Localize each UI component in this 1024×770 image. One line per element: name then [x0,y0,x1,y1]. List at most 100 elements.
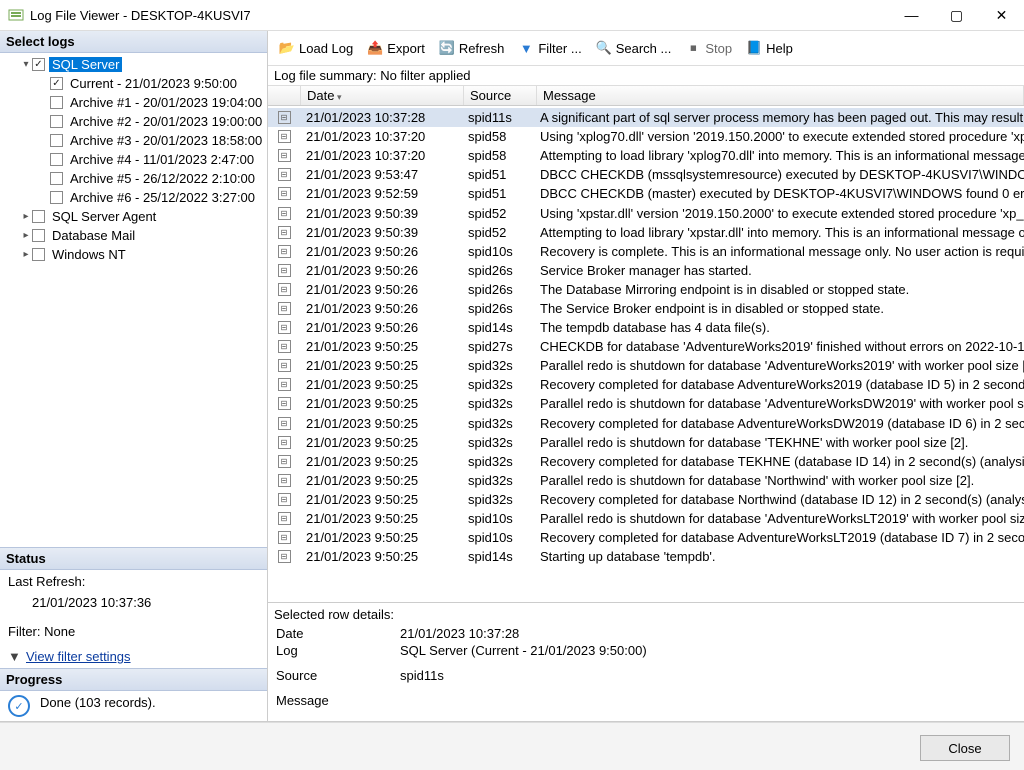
info-icon: ⊟ [278,436,291,449]
tree-node-database-mail[interactable]: ▸ Database Mail [0,226,267,245]
info-icon: ⊟ [278,130,291,143]
log-row[interactable]: ⊟21/01/2023 9:50:26spid26sThe Database M… [268,280,1024,299]
log-row[interactable]: ⊟21/01/2023 9:50:25spid32sRecovery compl… [268,414,1024,433]
log-row[interactable]: ⊟21/01/2023 10:37:20spid58Attempting to … [268,146,1024,165]
view-filter-settings-link[interactable]: View filter settings [26,649,131,664]
tree-node-archive[interactable]: Archive #2 - 20/01/2023 19:00:00 [0,112,267,131]
info-icon: ⊟ [278,283,291,296]
tree-node-archive[interactable]: Archive #4 - 11/01/2023 2:47:00 [0,150,267,169]
export-button[interactable]: 📤 Export [362,37,430,59]
log-row[interactable]: ⊟21/01/2023 9:50:26spid26sThe Service Br… [268,299,1024,318]
log-row[interactable]: ⊟21/01/2023 9:52:59spid51DBCC CHECKDB (m… [268,184,1024,203]
cell-message: Recovery completed for database Northwin… [534,492,1024,507]
log-row[interactable]: ⊟21/01/2023 9:50:39spid52Using 'xpstar.d… [268,203,1024,222]
expander-icon[interactable]: ▸ [20,249,32,261]
close-window-button[interactable]: ✕ [979,0,1024,30]
toolbar-label: Filter ... [538,41,581,56]
last-refresh-label: Last Refresh: [8,574,259,589]
info-icon: ⊟ [278,226,291,239]
log-row[interactable]: ⊟21/01/2023 9:50:25spid10sRecovery compl… [268,528,1024,547]
checkbox[interactable] [50,134,63,147]
cell-source: spid52 [462,206,534,221]
toolbar: 📂 Load Log 📤 Export 🔄 Refresh ▼ Filter .… [268,31,1024,66]
log-row[interactable]: ⊟21/01/2023 9:50:25spid32sParallel redo … [268,433,1024,452]
last-refresh-value: 21/01/2023 10:37:36 [32,595,259,610]
minimize-button[interactable]: — [889,0,934,30]
tree-node-sql-server-agent[interactable]: ▸ SQL Server Agent [0,207,267,226]
tree-node-archive[interactable]: Archive #5 - 26/12/2022 2:10:00 [0,169,267,188]
cell-date: 21/01/2023 9:50:26 [300,263,462,278]
checkbox[interactable] [32,229,45,242]
log-row[interactable]: ⊟21/01/2023 9:50:25spid27sCHECKDB for da… [268,337,1024,356]
tree-node-archive[interactable]: Archive #1 - 20/01/2023 19:04:00 [0,93,267,112]
log-row[interactable]: ⊟21/01/2023 9:50:25spid32sParallel redo … [268,356,1024,375]
log-row[interactable]: ⊟21/01/2023 9:50:25spid32sRecovery compl… [268,375,1024,394]
checkbox[interactable] [50,96,63,109]
search-button[interactable]: 🔍 Search ... [591,37,677,59]
cell-message: Recovery completed for database Adventur… [534,416,1024,431]
cell-date: 21/01/2023 9:50:25 [300,416,462,431]
checkbox[interactable] [50,115,63,128]
filter-status: Filter: None [8,624,259,639]
close-button[interactable]: Close [920,735,1010,761]
stop-icon: ⏹ [685,40,701,56]
details-log-value: SQL Server (Current - 21/01/2023 9:50:00… [400,643,659,658]
tree-node-archive[interactable]: Archive #6 - 25/12/2022 3:27:00 [0,188,267,207]
cell-message: Starting up database 'tempdb'. [534,549,1024,564]
folder-open-icon: 📂 [279,40,295,56]
checkbox[interactable] [32,58,45,71]
log-row[interactable]: ⊟21/01/2023 9:50:26spid10sRecovery is co… [268,242,1024,261]
log-row[interactable]: ⊟21/01/2023 9:50:39spid52Attempting to l… [268,223,1024,242]
load-log-button[interactable]: 📂 Load Log [274,37,358,59]
cell-source: spid58 [462,148,534,163]
expander-icon[interactable]: ▸ [20,211,32,223]
col-header-date[interactable]: Date [301,86,464,105]
log-row[interactable]: ⊟21/01/2023 9:50:26spid26sService Broker… [268,261,1024,280]
col-header-source[interactable]: Source [464,86,537,105]
expander-icon[interactable]: ▾ [20,59,32,71]
details-pane: Selected row details: Date 21/01/2023 10… [268,603,1024,721]
expander-icon[interactable]: ▸ [20,230,32,242]
log-row[interactable]: ⊟21/01/2023 9:50:26spid14sThe tempdb dat… [268,318,1024,337]
tree-node-sql-server[interactable]: ▾ SQL Server [0,55,267,74]
cell-source: spid32s [462,396,534,411]
log-row[interactable]: ⊟21/01/2023 10:37:28spid11sA significant… [268,108,1024,127]
stop-button[interactable]: ⏹ Stop [680,37,737,59]
tree-node-windows-nt[interactable]: ▸ Windows NT [0,245,267,264]
log-row[interactable]: ⊟21/01/2023 9:50:25spid32sParallel redo … [268,471,1024,490]
cell-date: 21/01/2023 9:50:25 [300,377,462,392]
checkbox[interactable] [50,191,63,204]
cell-source: spid58 [462,129,534,144]
checkbox[interactable] [32,248,45,261]
info-icon: ⊟ [278,187,291,200]
checkbox[interactable] [32,210,45,223]
log-row[interactable]: ⊟21/01/2023 10:37:20spid58Using 'xplog70… [268,127,1024,146]
log-row[interactable]: ⊟21/01/2023 9:53:47spid51DBCC CHECKDB (m… [268,165,1024,184]
log-row[interactable]: ⊟21/01/2023 9:50:25spid32sRecovery compl… [268,490,1024,509]
checkbox[interactable] [50,153,63,166]
refresh-button[interactable]: 🔄 Refresh [434,37,510,59]
cell-date: 21/01/2023 9:50:25 [300,339,462,354]
col-header-message[interactable]: Message [537,86,1024,105]
details-date-value: 21/01/2023 10:37:28 [400,626,659,641]
tree-label: Archive #4 - 11/01/2023 2:47:00 [67,152,257,167]
checkbox[interactable] [50,77,63,90]
search-icon: 🔍 [596,40,612,56]
log-row[interactable]: ⊟21/01/2023 9:50:25spid10sParallel redo … [268,509,1024,528]
info-icon: ⊟ [278,493,291,506]
info-icon: ⊟ [278,321,291,334]
col-header-icon[interactable] [268,86,301,105]
grid-v-scrollbar[interactable] [1007,108,1024,584]
filter-button[interactable]: ▼ Filter ... [513,37,586,59]
tree-label: SQL Server [49,57,122,72]
log-row[interactable]: ⊟21/01/2023 9:50:25spid32sParallel redo … [268,394,1024,413]
tree-node-archive[interactable]: Archive #3 - 20/01/2023 18:58:00 [0,131,267,150]
grid-h-scrollbar[interactable] [268,584,1024,602]
cell-source: spid51 [462,186,534,201]
log-row[interactable]: ⊟21/01/2023 9:50:25spid14sStarting up da… [268,547,1024,566]
help-button[interactable]: 📘 Help [741,37,798,59]
tree-node-archive[interactable]: Current - 21/01/2023 9:50:00 [0,74,267,93]
maximize-button[interactable]: ▢ [934,0,979,30]
log-row[interactable]: ⊟21/01/2023 9:50:25spid32sRecovery compl… [268,452,1024,471]
checkbox[interactable] [50,172,63,185]
